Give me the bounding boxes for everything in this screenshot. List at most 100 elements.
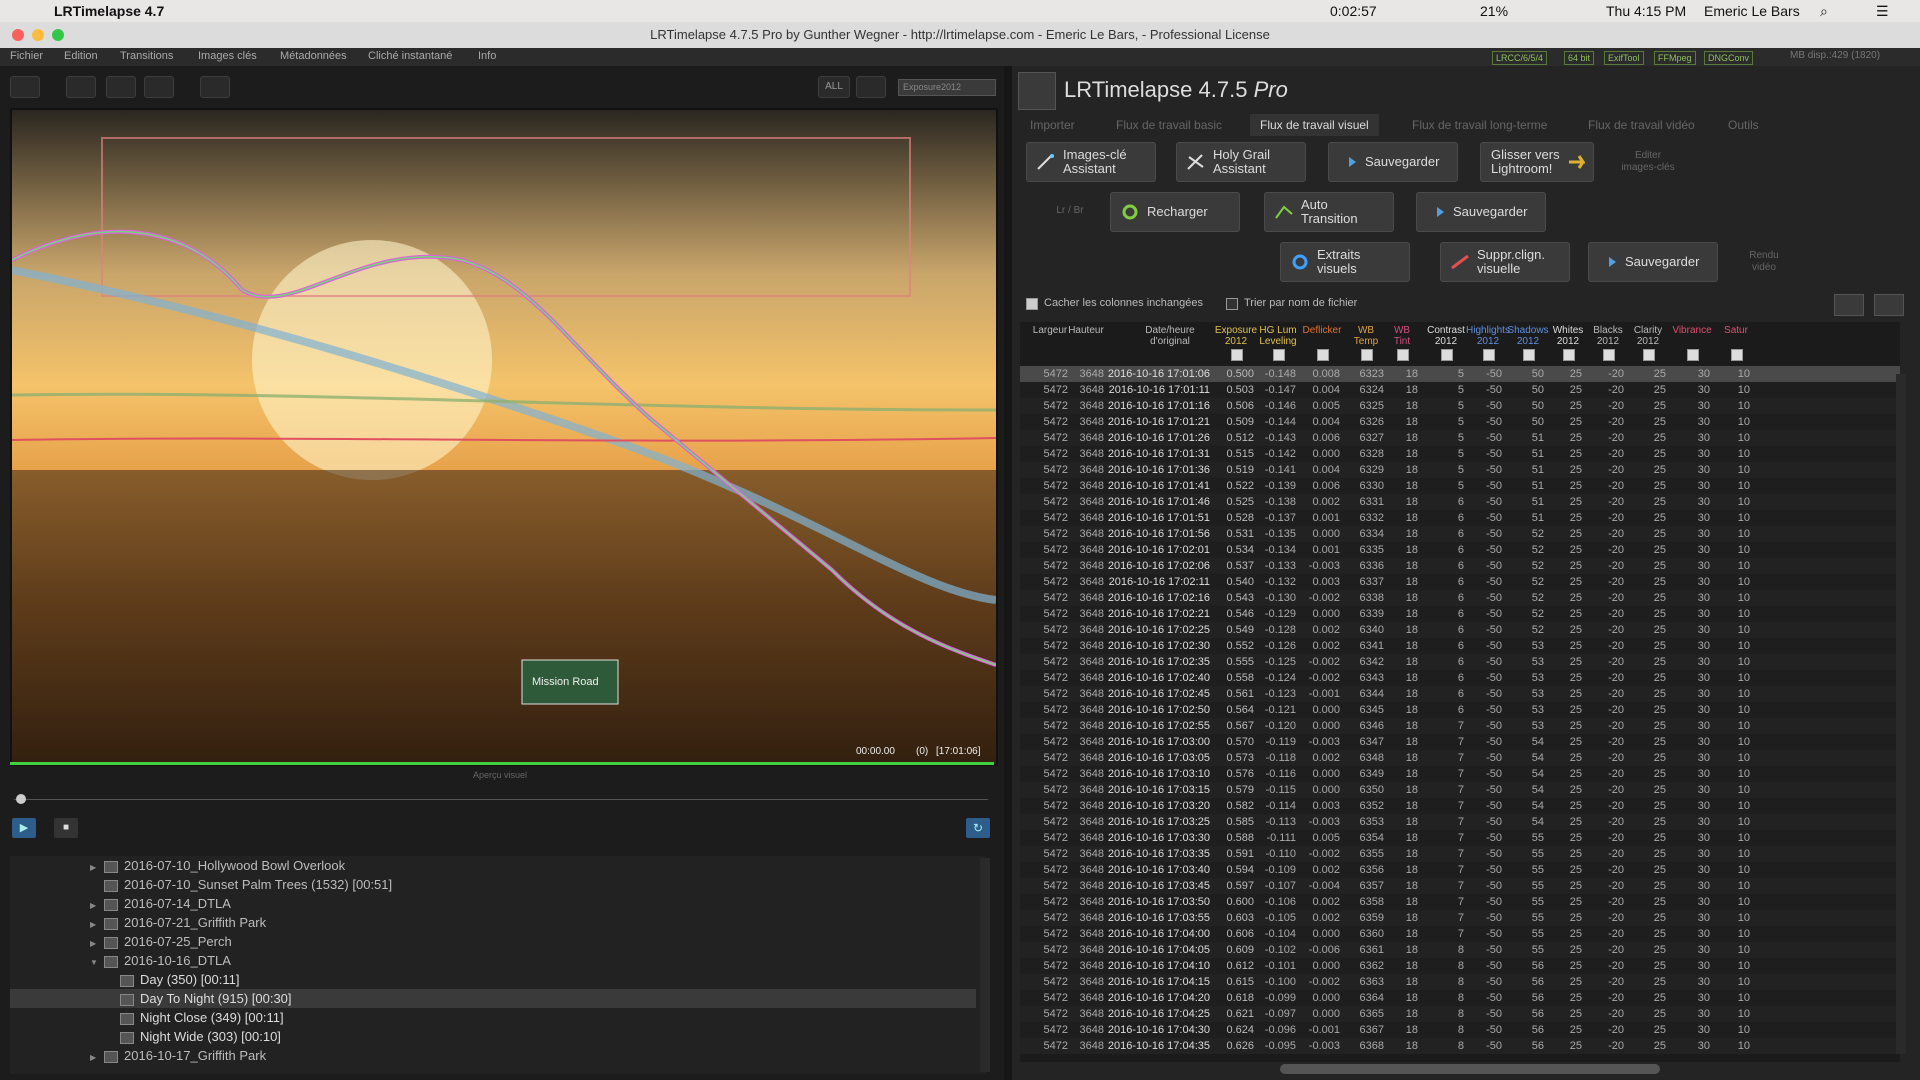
visual-deflicker-button[interactable]: Suppr.clign. visuelle	[1440, 242, 1570, 282]
table-cell[interactable]: 3648	[1020, 1022, 1104, 1038]
table-row[interactable]: 5472 3648 2016-10-16 17:02:06 0.537 -0.133 -0…	[1020, 558, 1900, 574]
tab-video[interactable]: Flux de travail vidéo	[1588, 118, 1695, 132]
table-row[interactable]: 5472 3648 2016-10-16 17:04:25 0.621 -0.097 0.…	[1020, 1006, 1900, 1022]
scrubber-track[interactable]	[14, 799, 988, 800]
table-cell[interactable]: 3648	[1020, 846, 1104, 862]
table-cell[interactable]: 10	[1640, 558, 1750, 574]
table-cell[interactable]: 3648	[1020, 574, 1104, 590]
table-cell[interactable]: 3648	[1020, 622, 1104, 638]
folder-row[interactable]: ▶ 2016-07-25_Perch	[10, 932, 976, 951]
table-cell[interactable]: 10	[1640, 462, 1750, 478]
table-cell[interactable]: 10	[1640, 1006, 1750, 1022]
folder-row[interactable]: 2016-07-10_Sunset Palm Trees (1532) [00:…	[10, 875, 976, 894]
table-row[interactable]: 5472 3648 2016-10-16 17:02:21 0.546 -0.129 0.…	[1020, 606, 1900, 622]
table-cell[interactable]: 10	[1640, 942, 1750, 958]
table-cell[interactable]: 3648	[1020, 638, 1104, 654]
table-horizontal-scrollbar[interactable]	[1280, 1064, 1660, 1074]
table-cell[interactable]: 10	[1640, 846, 1750, 862]
tab-tools[interactable]: Outils	[1728, 118, 1759, 132]
table-row[interactable]: 5472 3648 2016-10-16 17:02:30 0.552 -0.126 0.…	[1020, 638, 1900, 654]
table-row[interactable]: 5472 3648 2016-10-16 17:01:06 0.500 -0.148 0.…	[1020, 366, 1900, 382]
table-cell[interactable]: 3648	[1020, 990, 1104, 1006]
column-checkbox[interactable]	[1397, 349, 1409, 361]
folder-row[interactable]: ▶ 2016-07-21_Griffith Park	[10, 913, 976, 932]
table-cell[interactable]: 10	[1640, 526, 1750, 542]
visual-extracts-button[interactable]: Extraits visuels	[1280, 242, 1410, 282]
table-cell[interactable]: 3648	[1020, 670, 1104, 686]
column-checkbox[interactable]	[1361, 349, 1373, 361]
table-row[interactable]: 5472 3648 2016-10-16 17:03:25 0.585 -0.113 -0…	[1020, 814, 1900, 830]
fullscreen-icon[interactable]	[66, 76, 96, 98]
drag-to-lightroom-button[interactable]: Glisser vers Lightroom!	[1480, 142, 1594, 182]
column-checkbox[interactable]	[1483, 349, 1495, 361]
table-row[interactable]: 5472 3648 2016-10-16 17:04:20 0.618 -0.099 0.…	[1020, 990, 1900, 1006]
table-cell[interactable]: 3648	[1020, 910, 1104, 926]
scrubber-handle[interactable]	[16, 794, 26, 804]
sort-by-filename-checkbox[interactable]	[1226, 298, 1238, 310]
battery-percent[interactable]: 21%	[1480, 3, 1508, 19]
table-cell[interactable]: 10	[1640, 510, 1750, 526]
table-cell[interactable]: 10	[1640, 990, 1750, 1006]
table-cell[interactable]: 10	[1640, 862, 1750, 878]
table-row[interactable]: 5472 3648 2016-10-16 17:03:40 0.594 -0.109 0.…	[1020, 862, 1900, 878]
table-cell[interactable]: 3648	[1020, 718, 1104, 734]
disclosure-arrow-icon[interactable]: ▶	[90, 1048, 104, 1067]
column-checkbox[interactable]	[1643, 349, 1655, 361]
menu-info[interactable]: Info	[478, 50, 496, 62]
refresh-icon[interactable]: ↻	[966, 818, 990, 838]
table-row[interactable]: 5472 3648 2016-10-16 17:01:16 0.506 -0.146 0.…	[1020, 398, 1900, 414]
table-cell[interactable]: 3648	[1020, 366, 1104, 382]
table-cell[interactable]: 10	[1640, 366, 1750, 382]
table-row[interactable]: 5472 3648 2016-10-16 17:01:11 0.503 -0.147 0.…	[1020, 382, 1900, 398]
table-cell[interactable]: 10	[1640, 750, 1750, 766]
table-cell[interactable]: 3648	[1020, 462, 1104, 478]
table-cell[interactable]: 3648	[1020, 814, 1104, 830]
column-checkbox[interactable]	[1231, 349, 1243, 361]
hide-unchanged-checkbox[interactable]	[1026, 298, 1038, 310]
table-cell[interactable]: 3648	[1020, 1006, 1104, 1022]
table-cell[interactable]: 3648	[1020, 590, 1104, 606]
all-curves-button[interactable]: ALL	[818, 76, 850, 98]
menu-images-cles[interactable]: Images clés	[198, 50, 257, 62]
table-view-icon[interactable]	[1834, 294, 1864, 316]
table-row[interactable]: 5472 3648 2016-10-16 17:02:55 0.567 -0.120 0.…	[1020, 718, 1900, 734]
table-row[interactable]: 5472 3648 2016-10-16 17:03:20 0.582 -0.114 0.…	[1020, 798, 1900, 814]
folder-row[interactable]: Day (350) [00:11]	[10, 970, 976, 989]
folder-row[interactable]: ▶ 2016-07-10_Hollywood Bowl Overlook	[10, 856, 976, 875]
table-row[interactable]: 5472 3648 2016-10-16 17:01:26 0.512 -0.143 0.…	[1020, 430, 1900, 446]
table-cell[interactable]: 3648	[1020, 974, 1104, 990]
column-checkbox[interactable]	[1273, 349, 1285, 361]
table-cell[interactable]: 3648	[1020, 526, 1104, 542]
column-header[interactable]: Hauteur	[1046, 325, 1126, 336]
play-icon[interactable]: ▶	[12, 818, 36, 838]
table-cell[interactable]: 10	[1640, 974, 1750, 990]
table-cell[interactable]: 10	[1640, 878, 1750, 894]
table-row[interactable]: 5472 3648 2016-10-16 17:03:10 0.576 -0.116 0.…	[1020, 766, 1900, 782]
table-cell[interactable]: 10	[1640, 590, 1750, 606]
menu-fichier[interactable]: Fichier	[10, 50, 43, 62]
table-row[interactable]: 5472 3648 2016-10-16 17:04:00 0.606 -0.104 0.…	[1020, 926, 1900, 942]
table-cell[interactable]: 10	[1640, 398, 1750, 414]
table-cell[interactable]: 3648	[1020, 734, 1104, 750]
table-row[interactable]: 5472 3648 2016-10-16 17:01:51 0.528 -0.137 0.…	[1020, 510, 1900, 526]
table-row[interactable]: 5472 3648 2016-10-16 17:03:50 0.600 -0.106 0.…	[1020, 894, 1900, 910]
table-cell[interactable]: 10	[1640, 1038, 1750, 1054]
filmstrip-icon[interactable]	[10, 76, 40, 98]
table-cell[interactable]: 10	[1640, 542, 1750, 558]
table-cell[interactable]: 3648	[1020, 878, 1104, 894]
table-cell[interactable]: 10	[1640, 782, 1750, 798]
table-row[interactable]: 5472 3648 2016-10-16 17:03:35 0.591 -0.110 -0…	[1020, 846, 1900, 862]
table-cell[interactable]: 3648	[1020, 478, 1104, 494]
table-cell[interactable]: 3648	[1020, 686, 1104, 702]
table-cell[interactable]: 3648	[1020, 942, 1104, 958]
app-menu-name[interactable]: LRTimelapse 4.7	[54, 3, 164, 19]
table-row[interactable]: 5472 3648 2016-10-16 17:02:16 0.543 -0.130 -0…	[1020, 590, 1900, 606]
folder-row[interactable]: ▶ 2016-07-14_DTLA	[10, 894, 976, 913]
table-cell[interactable]: 10	[1640, 894, 1750, 910]
save-button-1[interactable]: Sauvegarder	[1328, 142, 1458, 182]
table-cell[interactable]: 3648	[1020, 894, 1104, 910]
table-row[interactable]: 5472 3648 2016-10-16 17:02:40 0.558 -0.124 -0…	[1020, 670, 1900, 686]
table-cell[interactable]: 3648	[1020, 782, 1104, 798]
timer-status[interactable]: 0:02:57	[1330, 3, 1377, 19]
folder-row[interactable]: Night Close (349) [00:11]	[10, 1008, 976, 1027]
